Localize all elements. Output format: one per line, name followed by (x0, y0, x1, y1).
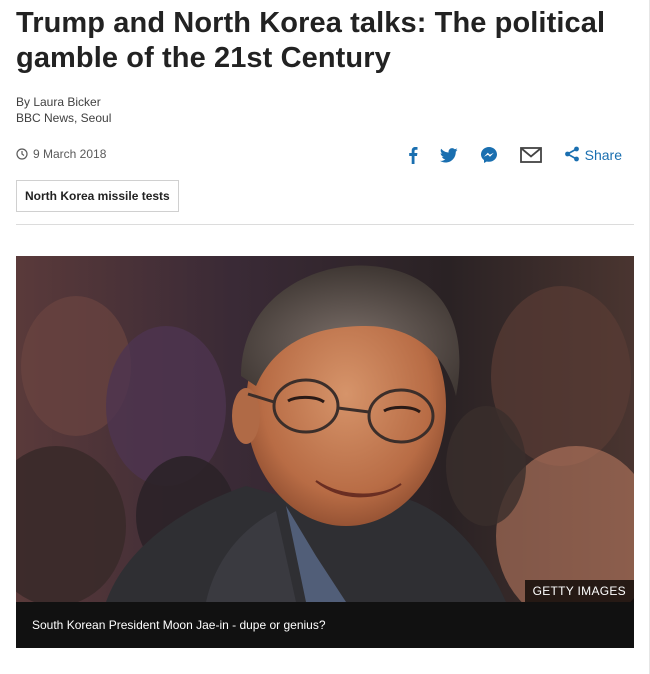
share-label: Share (584, 147, 622, 163)
lead-photo: GETTY IMAGES (16, 256, 634, 602)
publish-date: 9 March 2018 (16, 147, 106, 161)
share-icon (564, 146, 580, 165)
clock-icon (16, 148, 28, 160)
section-divider (16, 224, 634, 225)
publish-date-text: 9 March 2018 (33, 147, 107, 161)
meta-row: 9 March 2018 Share (16, 142, 634, 168)
photo-credit: GETTY IMAGES (524, 580, 634, 602)
lead-figure: GETTY IMAGES South Korean President Moon… (16, 256, 634, 648)
email-icon[interactable] (519, 147, 542, 163)
author-location: BBC News, Seoul (16, 111, 112, 125)
facebook-icon[interactable] (408, 146, 418, 164)
topic-tag[interactable]: North Korea missile tests (16, 180, 179, 212)
author-name: By Laura Bicker (16, 95, 101, 109)
messenger-icon[interactable] (480, 146, 498, 164)
share-toolbar: Share (386, 142, 622, 168)
byline: By Laura Bicker BBC News, Seoul (16, 94, 111, 126)
share-button[interactable]: Share (564, 146, 622, 165)
photo-caption: South Korean President Moon Jae-in - dup… (16, 602, 634, 648)
twitter-icon[interactable] (439, 147, 458, 163)
article-headline: Trump and North Korea talks: The politic… (16, 7, 606, 74)
